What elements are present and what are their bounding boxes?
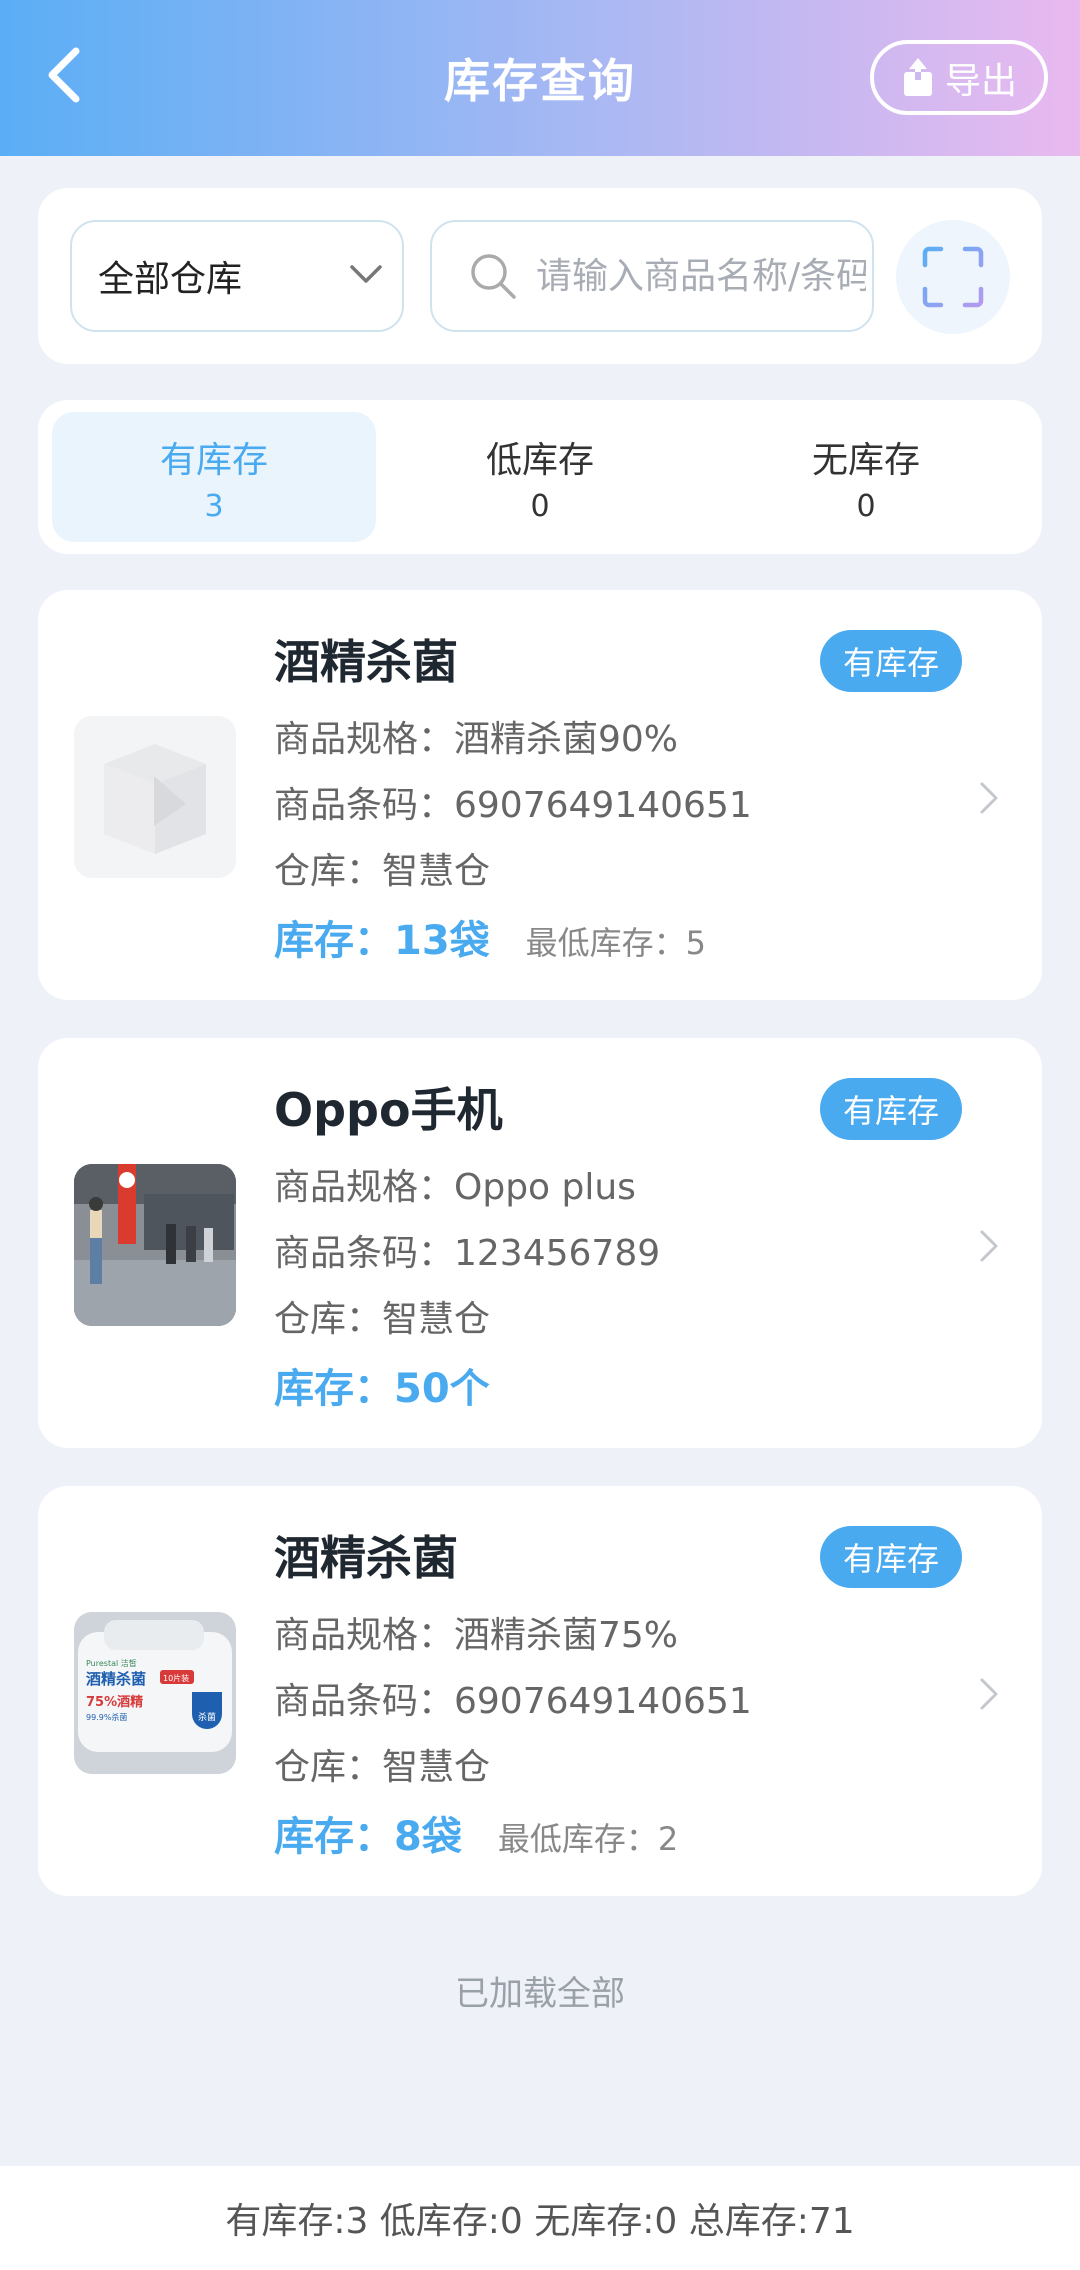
tab-count: 3 (204, 488, 224, 524)
package-corner-tag: 10片装 (163, 1673, 189, 1683)
wipes-package-photo: Purestal 洁皙 酒精杀菌 10片装 75%酒精 99.9%杀菌 杀菌 (74, 1612, 236, 1774)
tab-count: 0 (856, 488, 876, 524)
stock-line: 库存： 8袋 最低库存：2 (274, 1804, 678, 1862)
image-placeholder-icon (104, 744, 206, 854)
tab-out-of-stock[interactable]: 无库存 0 (704, 412, 1028, 542)
stock-value: 8袋 (394, 1814, 462, 1860)
chevron-right-icon (980, 1678, 998, 1710)
chevron-right-icon (980, 1230, 998, 1262)
product-warehouse: 仓库：智慧仓 (274, 851, 491, 892)
product-name: 酒精杀菌 (274, 635, 458, 689)
share-icon (903, 57, 932, 96)
footer-summary-bar: 有库存:3 低库存:0 无库存:0 总库存:71 (0, 2166, 1080, 2270)
search-icon (471, 254, 516, 299)
product-warehouse: 仓库：智慧仓 (274, 1747, 491, 1788)
tab-in-stock[interactable]: 有库存 3 (52, 412, 376, 542)
tab-label: 无库存 (811, 439, 920, 481)
product-name: 酒精杀菌 (274, 1531, 458, 1585)
product-barcode: 商品条码：6907649140651 (274, 785, 752, 826)
stock-tabs: 有库存 3 低库存 0 无库存 0 (38, 400, 1042, 554)
product-card[interactable]: Oppo手机 有库存 商品规格：Oppo plus 商品条码：123456789… (38, 1038, 1042, 1448)
stock-line: 库存： 13袋 最低库存：5 (274, 908, 706, 966)
store-photo (74, 1164, 236, 1326)
min-stock: 最低库存：2 (497, 1820, 679, 1858)
package-brand: Purestal 洁皙 (86, 1658, 137, 1668)
warehouse-select-value: 全部仓库 (98, 259, 243, 300)
stock-value: 50个 (394, 1366, 490, 1412)
product-barcode: 商品条码：123456789 (274, 1233, 661, 1274)
product-name: Oppo手机 (274, 1083, 503, 1137)
tab-low-stock[interactable]: 低库存 0 (378, 412, 702, 542)
product-warehouse: 仓库：智慧仓 (274, 1299, 491, 1340)
product-image: Purestal 洁皙 酒精杀菌 10片装 75%酒精 99.9%杀菌 杀菌 (74, 1612, 236, 1774)
status-badge: 有库存 (820, 630, 962, 692)
tab-count: 0 (530, 488, 550, 524)
product-barcode: 商品条码：6907649140651 (274, 1681, 752, 1722)
tab-label: 低库存 (485, 439, 594, 481)
product-spec: 商品规格：酒精杀菌90% (274, 719, 679, 760)
chevron-down-icon (350, 265, 382, 283)
list-end-text: 已加载全部 (455, 1974, 625, 2014)
product-card[interactable]: Purestal 洁皙 酒精杀菌 10片装 75%酒精 99.9%杀菌 杀菌 酒… (38, 1486, 1042, 1896)
package-kill-rate: 99.9%杀菌 (86, 1712, 127, 1722)
chevron-left-icon (48, 47, 80, 103)
product-spec: 商品规格：酒精杀菌75% (274, 1615, 679, 1656)
status-badge: 有库存 (820, 1526, 962, 1588)
scan-button[interactable] (896, 220, 1010, 334)
package-percent: 75%酒精 (86, 1694, 143, 1710)
app-header: 库存查询 导出 (0, 0, 1080, 156)
product-card[interactable]: 酒精杀菌 有库存 商品规格：酒精杀菌90% 商品条码：6907649140651… (38, 590, 1042, 1000)
stock-label: 库存： (274, 918, 394, 964)
min-stock: 最低库存：5 (525, 924, 707, 962)
export-button[interactable]: 导出 (870, 40, 1048, 115)
package-shield-tag: 杀菌 (198, 1711, 216, 1723)
warehouse-select[interactable]: 全部仓库 (70, 220, 404, 332)
stock-label: 库存： (274, 1366, 394, 1412)
search-input[interactable] (536, 255, 866, 297)
scan-icon (922, 246, 984, 308)
stock-line: 库存： 50个 (274, 1356, 490, 1414)
product-image-placeholder (74, 716, 236, 878)
filter-card: 全部仓库 (38, 188, 1042, 364)
stock-summary-text: 有库存:3 低库存:0 无库存:0 总库存:71 (225, 2201, 855, 2242)
package-product-name: 酒精杀菌 (86, 1670, 146, 1688)
stock-value: 13袋 (394, 918, 490, 964)
back-button[interactable] (34, 40, 94, 110)
export-label: 导出 (944, 60, 1017, 102)
tab-label: 有库存 (159, 439, 268, 481)
product-image (74, 1164, 236, 1326)
product-spec: 商品规格：Oppo plus (274, 1167, 636, 1208)
stock-label: 库存： (274, 1814, 394, 1860)
status-badge: 有库存 (820, 1078, 962, 1140)
search-field[interactable] (430, 220, 874, 332)
chevron-right-icon (980, 782, 998, 814)
